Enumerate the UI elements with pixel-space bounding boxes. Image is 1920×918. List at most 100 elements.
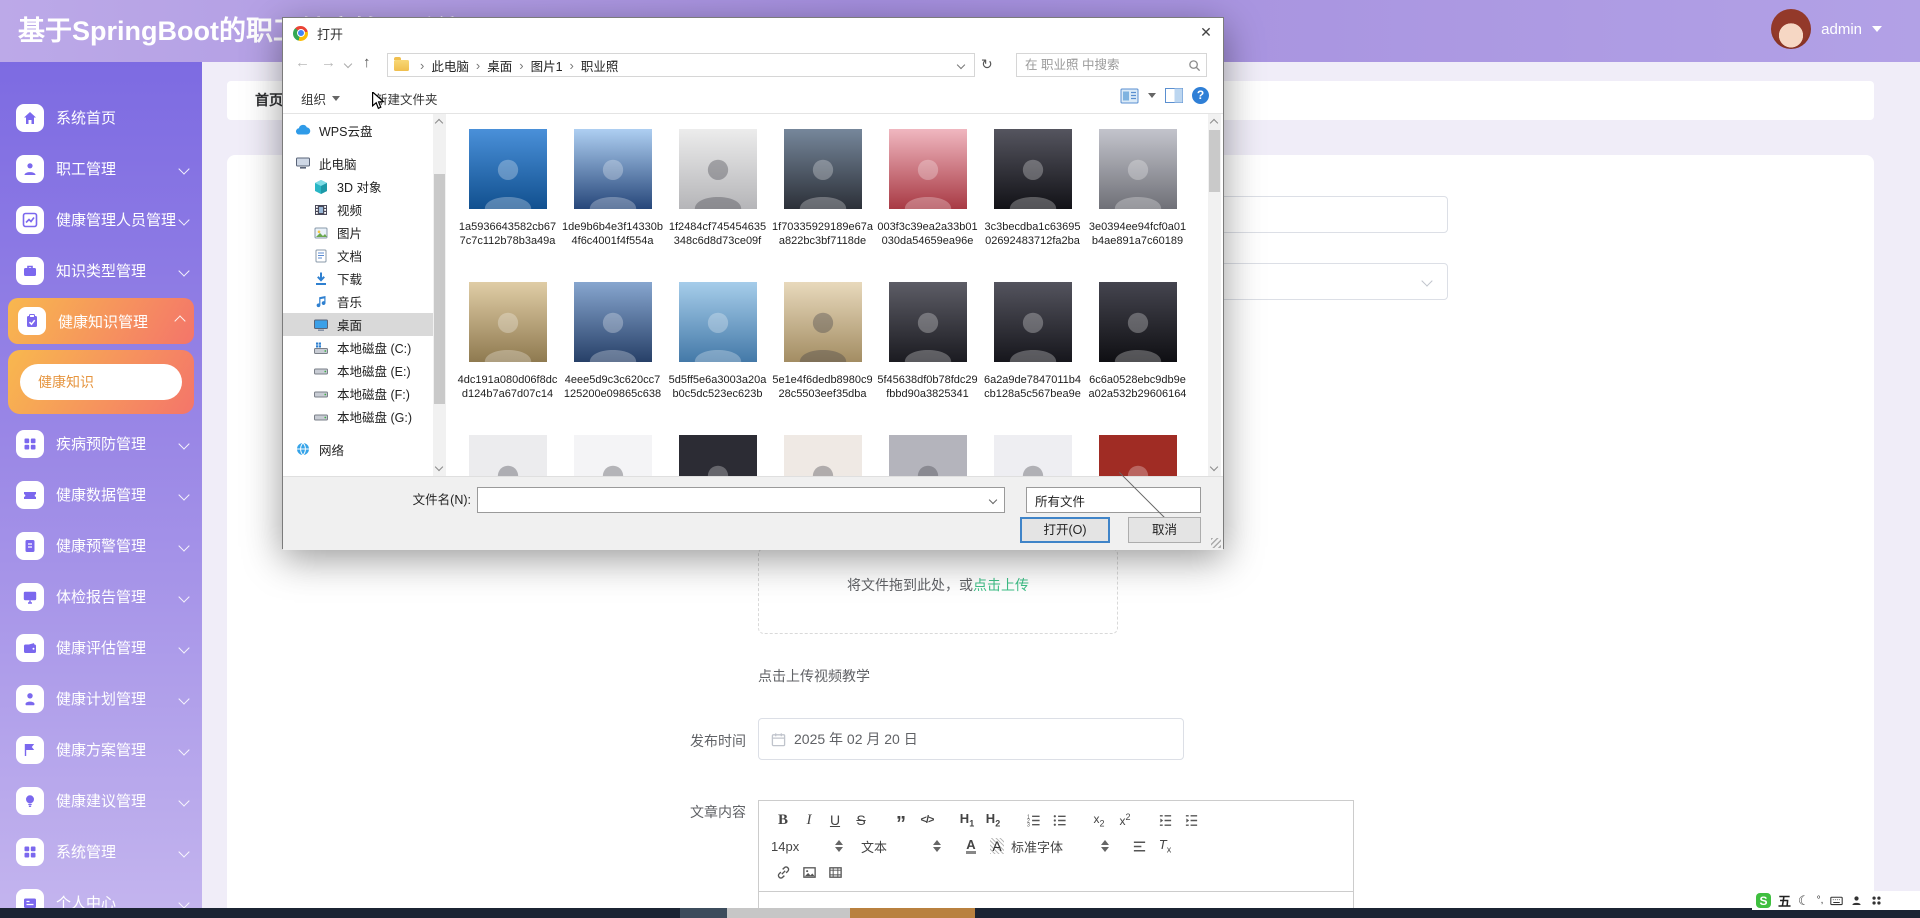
keyboard-icon[interactable] <box>1830 894 1844 907</box>
video-upload-hint[interactable]: 点击上传视频教学 <box>758 666 870 686</box>
sidebar-item[interactable]: 系统首页 <box>0 92 202 143</box>
filename-input[interactable] <box>478 492 990 508</box>
back-button[interactable]: ← <box>295 54 310 71</box>
user-icon[interactable] <box>1850 894 1863 907</box>
cancel-button[interactable]: 取消 <box>1128 517 1201 543</box>
file-item[interactable] <box>770 435 875 476</box>
file-item[interactable]: 5f45638df0b78fdc29fbbd90a3825341 <box>875 282 980 401</box>
sidebar-item[interactable]: 健康数据管理 <box>0 469 202 520</box>
image-icon[interactable] <box>797 861 821 883</box>
file-item[interactable] <box>560 435 665 476</box>
tree-item[interactable]: 此电脑 <box>283 151 433 175</box>
tree-item[interactable]: 本地磁盘 (C:) <box>283 336 433 359</box>
bullet-list-icon[interactable] <box>1047 809 1071 831</box>
address-bar[interactable]: › 此电脑 › 桌面 › 图片1 › 职业照 <box>387 53 975 77</box>
file-item[interactable]: 003f3c39ea2a33b01030da54659ea96e <box>875 129 980 248</box>
sogou-logo-icon[interactable]: S <box>1756 893 1771 908</box>
ime-mode[interactable]: 五 <box>1778 891 1791 910</box>
editor-font-select[interactable]: 标准字体 <box>1011 837 1109 856</box>
ordered-list-icon[interactable]: 123 <box>1021 809 1045 831</box>
search-icon[interactable] <box>1188 59 1201 72</box>
sidebar-item[interactable]: 健康方案管理 <box>0 724 202 775</box>
publish-date-input[interactable]: 2025 年 02 月 20 日 <box>758 718 1184 760</box>
file-item[interactable]: 1f70335929189e67aa822bc3bf7118de <box>770 129 875 248</box>
sidebar-item[interactable]: 健康知识管理 <box>8 298 194 344</box>
file-item[interactable]: 1de9b6b4e3f14330b4f6c4001f4f554a <box>560 129 665 248</box>
tree-item[interactable]: 下载 <box>283 267 433 290</box>
close-icon[interactable]: ✕ <box>1189 18 1223 47</box>
path-segment[interactable]: 图片1 <box>529 56 565 75</box>
code-block-icon[interactable]: </> <box>915 809 939 831</box>
sidebar-item[interactable]: 疾病预防管理 <box>0 418 202 469</box>
avatar[interactable] <box>1771 9 1812 49</box>
path-segment[interactable]: 职业照 <box>579 56 621 75</box>
header2-icon[interactable]: H2 <box>981 809 1005 831</box>
superscript-icon[interactable]: x2 <box>1113 809 1137 831</box>
path-segment[interactable]: 桌面 <box>485 56 514 75</box>
ime-toolbar[interactable]: S 五 ☾ °, <box>1752 891 1920 910</box>
open-button[interactable]: 打开(O) <box>1020 517 1110 543</box>
forward-button[interactable]: → <box>321 54 336 71</box>
address-chevron-icon[interactable] <box>956 60 966 70</box>
file-item[interactable]: 5e1e4f6dedb8980c928c5503eef35dba <box>770 282 875 401</box>
editor-size-select[interactable]: 14px <box>771 839 843 854</box>
tree-item[interactable]: 音乐 <box>283 290 433 313</box>
breadcrumb[interactable]: 首页 <box>255 81 283 120</box>
sidebar-item[interactable]: 体检报告管理 <box>0 571 202 622</box>
sidebar-item[interactable]: 系统管理 <box>0 826 202 877</box>
help-icon[interactable]: ? <box>1192 87 1209 104</box>
file-item[interactable]: 5d5ff5e6a3003a20ab0c5dc523ec623b <box>665 282 770 401</box>
scroll-down-icon[interactable] <box>1209 462 1219 472</box>
moon-icon[interactable]: ☾ <box>1798 894 1810 907</box>
tree-item[interactable]: 视频 <box>283 198 433 221</box>
refresh-icon[interactable]: ↻ <box>981 56 993 73</box>
tree-item[interactable]: 图片 <box>283 221 433 244</box>
video-icon[interactable] <box>823 861 847 883</box>
sidebar-item[interactable]: 健康建议管理 <box>0 775 202 826</box>
file-item[interactable]: 3c3becdba1c6369502692483712fa2ba <box>980 129 1085 248</box>
tree-item[interactable]: 3D 对象 <box>283 175 433 198</box>
tree-item[interactable]: 本地磁盘 (G:) <box>283 405 433 428</box>
path-segment[interactable]: 此电脑 <box>429 56 471 75</box>
tree-scrollbar[interactable] <box>433 114 446 476</box>
file-item[interactable] <box>455 435 560 476</box>
file-item[interactable]: 6c6a0528ebc9db9ea02a532b29606164 <box>1085 282 1190 401</box>
scroll-up-icon[interactable] <box>434 118 444 128</box>
filename-chevron-icon[interactable] <box>988 495 998 505</box>
file-item[interactable]: 1f2484cf745454635348c6d8d73ce09f <box>665 129 770 248</box>
sidebar-item[interactable]: 健康计划管理 <box>0 673 202 724</box>
history-chevron-icon[interactable] <box>343 59 353 69</box>
italic-icon[interactable]: I <box>797 809 821 831</box>
resize-grip[interactable] <box>1211 538 1221 548</box>
editor-style-select[interactable]: 文本 <box>861 837 941 856</box>
indent-icon[interactable] <box>1179 809 1203 831</box>
sidebar-item[interactable]: 健康评估管理 <box>0 622 202 673</box>
preview-pane-icon[interactable] <box>1165 88 1183 103</box>
scroll-up-icon[interactable] <box>1209 118 1219 128</box>
view-mode-icon[interactable] <box>1120 88 1139 104</box>
view-chevron-icon[interactable] <box>1148 93 1156 98</box>
file-item[interactable]: 1a5936643582cb677c7c112b78b3a49a <box>455 129 560 248</box>
subscript-icon[interactable]: x2 <box>1087 809 1111 831</box>
header1-icon[interactable]: H1 <box>955 809 979 831</box>
tree-item[interactable]: 网络 <box>283 437 433 461</box>
tree-item[interactable]: 本地磁盘 (E:) <box>283 359 433 382</box>
underline-icon[interactable]: U <box>823 809 847 831</box>
file-item[interactable]: 6a2a9de7847011b4cb128a5c567bea9e <box>980 282 1085 401</box>
dialog-titlebar[interactable]: 打开 ✕ <box>283 18 1223 48</box>
file-item[interactable]: 4eee5d9c3c620cc7125200e09865c638 <box>560 282 665 401</box>
files-scrollbar[interactable] <box>1208 114 1221 476</box>
bold-icon[interactable]: B <box>771 809 795 831</box>
clear-format-icon[interactable]: Tx <box>1153 835 1177 857</box>
punctuation-icon[interactable]: °, <box>1817 895 1824 906</box>
file-item[interactable]: 3e0394ee94fcf0a01b4ae891a7c60189 <box>1085 129 1190 248</box>
scroll-thumb[interactable] <box>434 174 445 404</box>
up-button[interactable]: ↑ <box>363 54 371 71</box>
tree-item[interactable]: 文档 <box>283 244 433 267</box>
filetype-select[interactable]: 所有文件 <box>1026 468 1201 532</box>
highlight-icon[interactable]: A <box>985 835 1009 857</box>
sidebar-item[interactable]: 职工管理 <box>0 143 202 194</box>
tree-item[interactable]: 本地磁盘 (F:) <box>283 382 433 405</box>
sidebar-item[interactable]: 健康预警管理 <box>0 520 202 571</box>
file-item[interactable]: 4dc191a080d06f8dcd124b7a67d07c14 <box>455 282 560 401</box>
